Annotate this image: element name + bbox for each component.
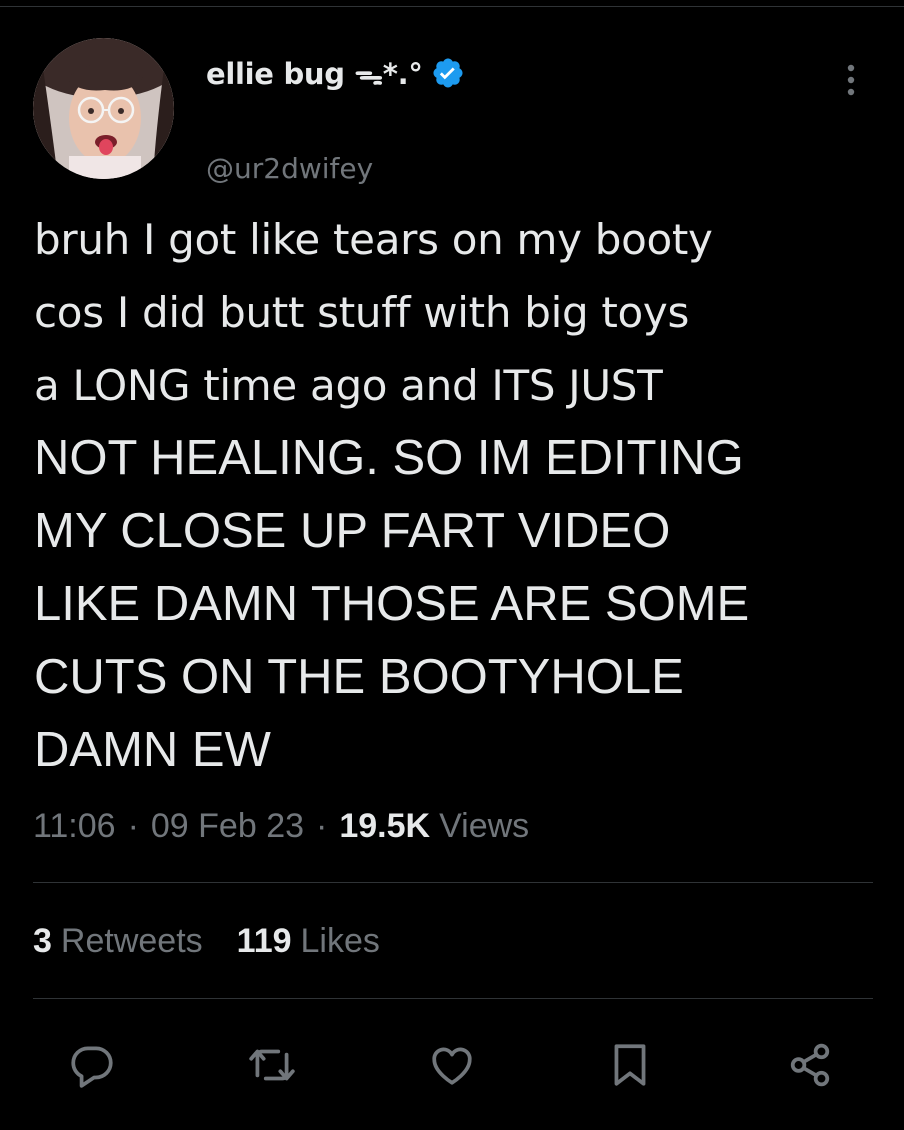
tweet-line: CUTS ON THE BOOTYHOLE xyxy=(34,650,684,704)
like-icon[interactable] xyxy=(427,1040,477,1090)
retweets-label: Retweets xyxy=(60,921,203,960)
share-icon[interactable] xyxy=(785,1040,835,1090)
engagement-stats: 3 Retweets 119 Likes xyxy=(33,918,380,964)
top-divider xyxy=(0,6,904,7)
retweets-stat[interactable]: 3 Retweets xyxy=(33,922,203,961)
likes-count: 119 xyxy=(236,921,292,960)
views-count: 19.5K xyxy=(339,806,431,845)
reply-icon[interactable] xyxy=(67,1040,117,1090)
likes-stat[interactable]: 119 Likes xyxy=(237,922,380,961)
verified-badge-icon xyxy=(431,56,465,90)
tweet-text: bruh I got like tears on my booty cos I … xyxy=(34,203,884,787)
tweet-time[interactable]: 11:06 xyxy=(33,807,116,846)
meta-separator: · xyxy=(127,806,139,845)
meta-separator: · xyxy=(316,806,328,845)
tweet-line: DAMN EW xyxy=(34,723,271,777)
likes-label: Likes xyxy=(300,921,380,960)
views-label: Views xyxy=(439,806,530,845)
bookmark-icon[interactable] xyxy=(605,1040,655,1090)
tweet-line: MY CLOSE UP FART VIDEO xyxy=(34,504,671,558)
tweet-line: bruh I got like tears on my booty xyxy=(34,215,713,264)
tweet-line: cos I did butt stuff with big toys xyxy=(34,288,690,337)
avatar[interactable] xyxy=(33,38,174,179)
display-name[interactable]: ellie bug ᯓ*.° xyxy=(206,54,423,93)
avatar-photo xyxy=(33,38,174,179)
divider xyxy=(33,882,873,883)
more-options-icon[interactable] xyxy=(838,62,864,98)
tweet-line: NOT HEALING. SO IM EDITING xyxy=(34,431,744,485)
retweet-icon[interactable] xyxy=(247,1040,297,1090)
divider xyxy=(33,998,873,999)
tweet-line: LIKE DAMN THOSE ARE SOME xyxy=(34,577,750,631)
tweet-line: a LONG time ago and ITS JUST xyxy=(34,361,663,410)
tweet-meta: 11:06 · 09 Feb 23 · 19.5K Views xyxy=(33,804,529,848)
tweet-date[interactable]: 09 Feb 23 xyxy=(151,807,304,846)
retweets-count: 3 xyxy=(33,921,52,960)
display-name-row[interactable]: ellie bug ᯓ*.° xyxy=(206,48,465,98)
user-handle[interactable]: @ur2dwifey xyxy=(206,152,373,185)
